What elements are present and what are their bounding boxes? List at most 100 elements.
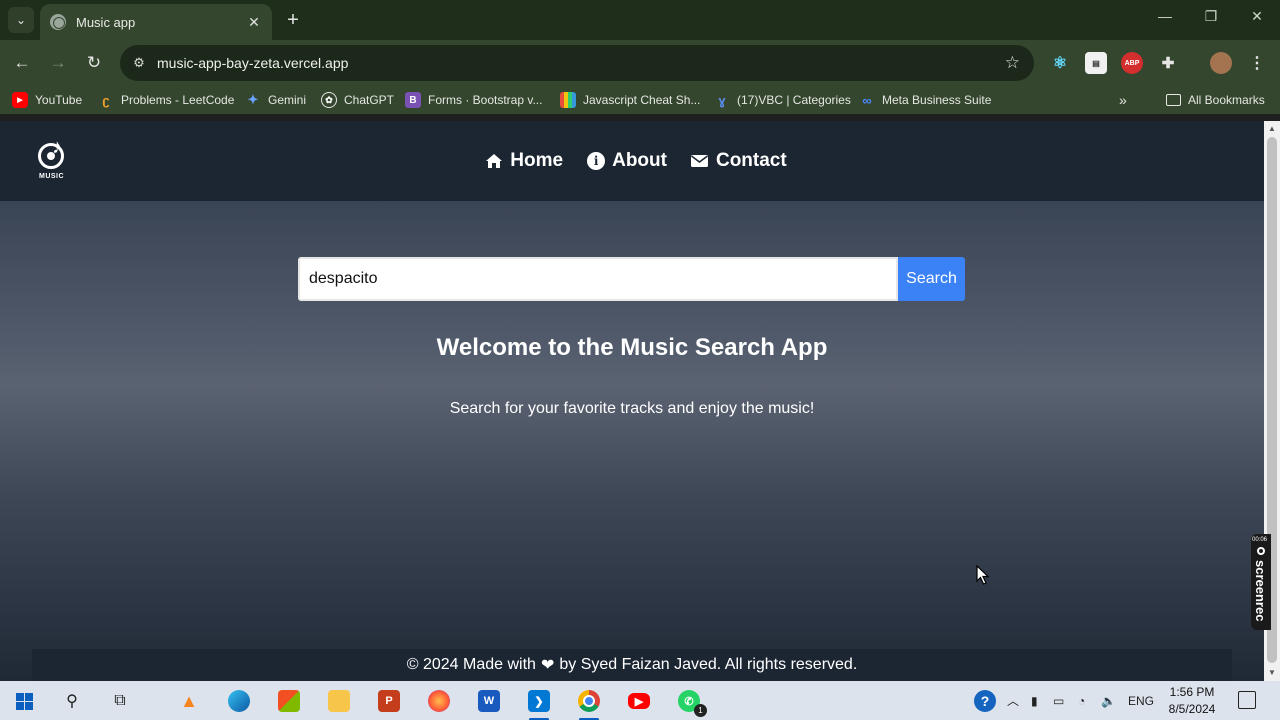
nav-home[interactable]: Home bbox=[485, 150, 563, 172]
show-hidden-icons[interactable]: ︿ bbox=[1007, 681, 1019, 720]
bookmark-js-cheatsheet[interactable]: Javascript Cheat Sh... bbox=[560, 86, 700, 114]
help-icon: ? bbox=[974, 689, 996, 712]
forward-icon[interactable]: → bbox=[46, 51, 70, 75]
scroll-up-icon[interactable]: ▲ bbox=[1268, 125, 1276, 133]
search-input[interactable] bbox=[298, 257, 898, 301]
minimize-icon[interactable]: — bbox=[1153, 8, 1177, 24]
envelope-icon bbox=[691, 152, 709, 170]
battery-icon[interactable]: ▭ bbox=[1053, 681, 1064, 720]
extension-icon[interactable]: ▤ bbox=[1085, 52, 1107, 74]
bookmark-label: YouTube bbox=[35, 93, 83, 107]
screenrec-widget[interactable]: 00:06 screenrec bbox=[1251, 534, 1271, 630]
whatsapp-badge: 1 bbox=[694, 704, 707, 717]
firefox-icon[interactable] bbox=[425, 687, 453, 715]
bookmark-label: Forms · Bootstrap v... bbox=[428, 93, 543, 107]
powerpoint-logo: P bbox=[378, 690, 400, 712]
heart-icon: ❤ bbox=[540, 657, 555, 674]
help-tray[interactable]: ? bbox=[974, 681, 996, 720]
address-bar[interactable]: ⚙ music-app-bay-zeta.vercel.app ☆ bbox=[120, 45, 1034, 81]
restore-icon[interactable]: ❐ bbox=[1199, 8, 1223, 25]
close-tab-icon[interactable]: ✕ bbox=[246, 14, 262, 31]
screenrec-timer: 00:06 bbox=[1252, 537, 1268, 543]
folder-icon bbox=[1166, 94, 1181, 106]
profile-avatar[interactable] bbox=[1210, 52, 1232, 74]
windows-start-icon[interactable] bbox=[10, 687, 38, 715]
url-text[interactable]: music-app-bay-zeta.vercel.app bbox=[157, 45, 348, 81]
bookmark-leetcode[interactable]: ʗ Problems - LeetCode bbox=[98, 86, 234, 114]
nav-home-label: Home bbox=[510, 150, 564, 171]
nav-contact[interactable]: Contact bbox=[691, 150, 787, 172]
taskbar-search-icon[interactable]: ⚲ bbox=[58, 687, 86, 715]
all-bookmarks[interactable]: All Bookmarks bbox=[1166, 86, 1265, 114]
bookmark-label: Problems - LeetCode bbox=[121, 93, 235, 107]
vscode-icon[interactable]: ❯ bbox=[525, 687, 553, 720]
chevron-down-icon: ⌄ bbox=[15, 13, 27, 27]
edge-icon[interactable] bbox=[225, 687, 253, 715]
notifications-icon[interactable] bbox=[1238, 691, 1256, 709]
windows-taskbar: ⚲ ⧉ ▲ P W ❯ ▶ ✆ 1 ? ︿ ▮ ▭ ◔ 🔈 ENG 1:56 PM… bbox=[0, 681, 1280, 720]
footer-text-after: by Syed Faizan Javed. All rights reserve… bbox=[559, 656, 858, 673]
nav-about[interactable]: i About bbox=[587, 150, 667, 172]
site-info-icon[interactable]: ⚙ bbox=[130, 54, 148, 72]
home-icon bbox=[485, 152, 503, 170]
bookmark-youtube[interactable]: ▶ YouTube bbox=[12, 86, 82, 114]
youtube-app-icon[interactable]: ▶ bbox=[625, 687, 653, 715]
more-bookmarks-icon[interactable]: » bbox=[1119, 86, 1127, 114]
chatgpt-icon: ✿ bbox=[321, 92, 337, 108]
browser-tab[interactable]: Music app ✕ bbox=[40, 4, 272, 40]
store-logo bbox=[278, 690, 300, 712]
bookmark-star-icon[interactable]: ☆ bbox=[1005, 53, 1020, 73]
bookmark-label: (17)VBC | Categories bbox=[737, 93, 851, 107]
volume-icon[interactable]: 🔈 bbox=[1101, 681, 1116, 720]
new-tab-button[interactable]: + bbox=[283, 8, 303, 32]
bookmark-bootstrap[interactable]: B Forms · Bootstrap v... bbox=[405, 86, 542, 114]
vlc-icon[interactable]: ▲ bbox=[175, 687, 203, 715]
search-form: Search bbox=[298, 257, 965, 301]
react-devtools-icon[interactable]: ⚛ bbox=[1049, 52, 1071, 74]
file-explorer-icon[interactable] bbox=[325, 687, 353, 715]
tab-strip: ⌄ Music app ✕ + — ❐ ✕ bbox=[0, 0, 1280, 40]
bookmarks-bar: ▶ YouTube ʗ Problems - LeetCode ✦ Gemini ✿ C… bbox=[0, 86, 1280, 114]
taskbar-clock[interactable]: 1:56 PM 8/5/2024 bbox=[1160, 684, 1224, 718]
page-viewport: ♪ MUSIC Home i About Contact Se bbox=[0, 121, 1264, 681]
bookmark-vbc[interactable]: ɣ (17)VBC | Categories bbox=[714, 86, 851, 114]
bookmark-label: Javascript Cheat Sh... bbox=[583, 93, 701, 107]
chrome-icon[interactable] bbox=[575, 687, 603, 720]
usb-icon[interactable]: ▮ bbox=[1031, 681, 1038, 720]
site-navbar: ♪ MUSIC Home i About Contact bbox=[0, 121, 1264, 201]
nav-about-label: About bbox=[612, 150, 667, 171]
language-indicator[interactable]: ENG bbox=[1128, 681, 1154, 720]
youtube-logo: ▶ bbox=[628, 693, 650, 709]
powerpoint-icon[interactable]: P bbox=[375, 687, 403, 715]
window-close-icon[interactable]: ✕ bbox=[1245, 8, 1269, 25]
nav-contact-label: Contact bbox=[715, 150, 787, 171]
folder-logo bbox=[328, 690, 350, 712]
word-icon[interactable]: W bbox=[475, 687, 503, 715]
bookmark-label: Meta Business Suite bbox=[882, 93, 992, 107]
word-logo: W bbox=[478, 690, 500, 712]
youtube-icon: ▶ bbox=[12, 92, 28, 108]
reload-icon[interactable]: ↻ bbox=[82, 51, 106, 75]
kebab-menu-icon[interactable]: ⋮ bbox=[1246, 52, 1268, 74]
bookmark-gemini[interactable]: ✦ Gemini bbox=[245, 86, 306, 114]
welcome-tagline: Search for your favorite tracks and enjo… bbox=[449, 400, 815, 417]
scroll-down-icon[interactable]: ▼ bbox=[1268, 669, 1276, 677]
bookmark-chatgpt[interactable]: ✿ ChatGPT bbox=[321, 86, 394, 114]
screenrec-label: screenrec bbox=[1253, 560, 1268, 622]
store-icon[interactable] bbox=[275, 687, 303, 715]
adblock-icon[interactable]: ABP bbox=[1121, 52, 1143, 74]
browser-toolbar: ← → ↻ ⚙ music-app-bay-zeta.vercel.app ☆ … bbox=[0, 40, 1280, 86]
tab-search-button[interactable]: ⌄ bbox=[8, 7, 34, 33]
wifi-icon[interactable]: ◔ bbox=[1078, 681, 1085, 720]
whatsapp-icon[interactable]: ✆ 1 bbox=[675, 687, 707, 717]
task-view-icon[interactable]: ⧉ bbox=[106, 687, 134, 715]
bootstrap-icon: B bbox=[405, 92, 421, 108]
extensions-puzzle-icon[interactable]: ✚ bbox=[1157, 52, 1179, 74]
back-icon[interactable]: ← bbox=[10, 51, 34, 75]
search-button[interactable]: Search bbox=[898, 257, 965, 301]
site-footer: © 2024 Made with ❤ by Syed Faizan Javed.… bbox=[32, 649, 1232, 681]
vbc-icon: ɣ bbox=[718, 92, 726, 108]
bookmark-meta[interactable]: ∞ Meta Business Suite bbox=[859, 86, 991, 114]
nav-links: Home i About Contact bbox=[0, 121, 1264, 201]
bookmark-label: ChatGPT bbox=[344, 93, 395, 107]
